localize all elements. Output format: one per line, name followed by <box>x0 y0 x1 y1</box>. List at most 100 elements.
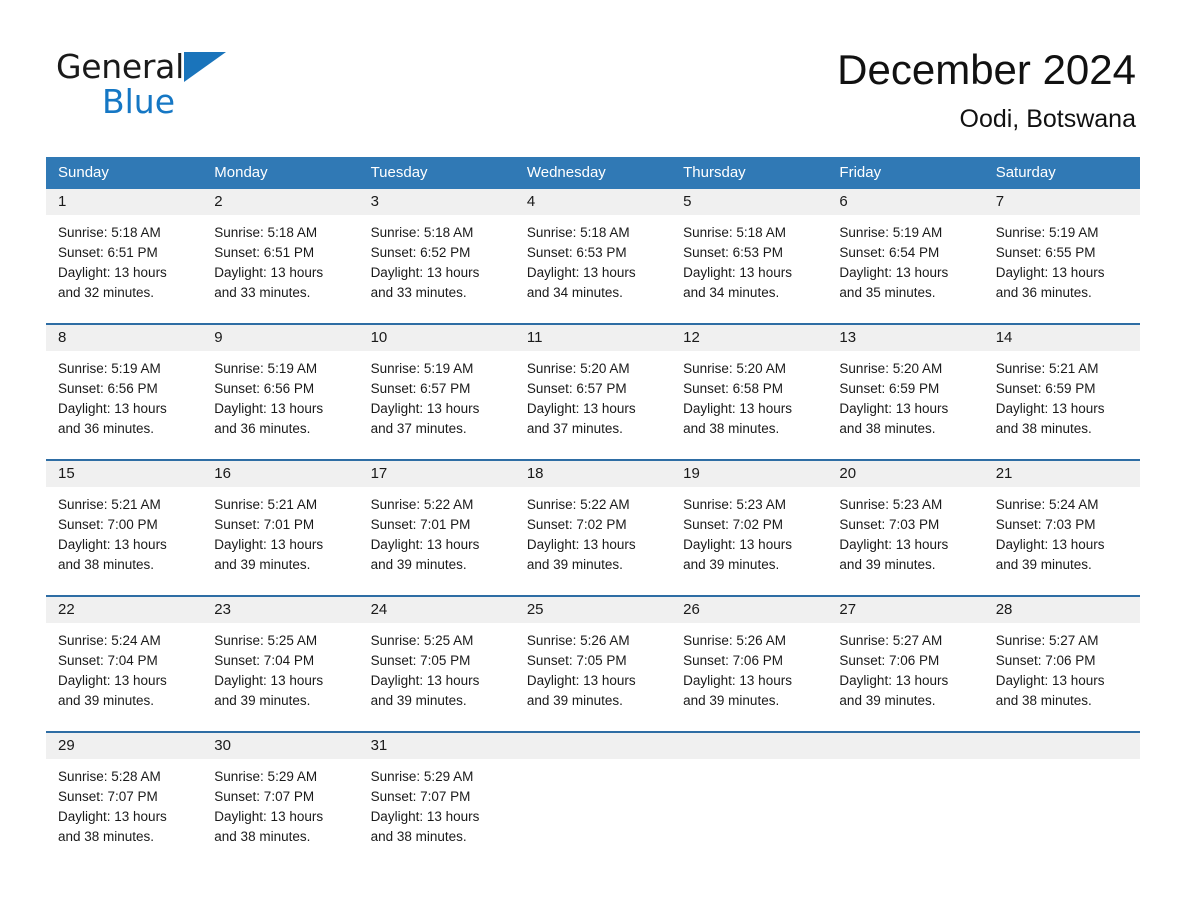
day-cell[interactable]: Sunrise: 5:25 AM Sunset: 7:04 PM Dayligh… <box>202 623 358 728</box>
day-number-empty <box>671 733 827 759</box>
day-cell[interactable]: Sunrise: 5:24 AM Sunset: 7:03 PM Dayligh… <box>984 487 1140 592</box>
day-cell[interactable]: Sunrise: 5:20 AM Sunset: 6:59 PM Dayligh… <box>827 351 983 456</box>
day-number[interactable]: 25 <box>515 597 671 623</box>
daylight-text-line2: and 38 minutes. <box>995 693 1092 708</box>
sunset-text: Sunset: 6:56 PM <box>58 381 158 396</box>
week-date-band: 15 16 17 18 19 20 21 <box>46 461 1140 487</box>
day-cell[interactable]: Sunrise: 5:28 AM Sunset: 7:07 PM Dayligh… <box>46 759 202 864</box>
day-number[interactable]: 2 <box>202 189 358 215</box>
sunrise-text: Sunrise: 5:24 AM <box>58 633 161 648</box>
week-row: 1 2 3 4 5 6 7 Sunrise: 5:18 AM Sunset: 6… <box>46 189 1140 320</box>
day-cell[interactable]: Sunrise: 5:18 AM Sunset: 6:53 PM Dayligh… <box>515 215 671 320</box>
day-number[interactable]: 4 <box>515 189 671 215</box>
day-cell[interactable]: Sunrise: 5:24 AM Sunset: 7:04 PM Dayligh… <box>46 623 202 728</box>
day-cell[interactable]: Sunrise: 5:21 AM Sunset: 7:01 PM Dayligh… <box>202 487 358 592</box>
day-cell[interactable]: Sunrise: 5:19 AM Sunset: 6:54 PM Dayligh… <box>827 215 983 320</box>
day-cell[interactable]: Sunrise: 5:25 AM Sunset: 7:05 PM Dayligh… <box>359 623 515 728</box>
daylight-text-line2: and 38 minutes. <box>370 829 467 844</box>
day-cell[interactable]: Sunrise: 5:22 AM Sunset: 7:02 PM Dayligh… <box>515 487 671 592</box>
day-number[interactable]: 29 <box>46 733 202 759</box>
day-number-empty <box>984 733 1140 759</box>
day-number[interactable]: 31 <box>359 733 515 759</box>
sunset-text: Sunset: 6:57 PM <box>370 381 471 396</box>
generalblue-logo[interactable]: General Blue <box>56 50 226 119</box>
day-number[interactable]: 17 <box>359 461 515 487</box>
day-cell[interactable]: Sunrise: 5:19 AM Sunset: 6:55 PM Dayligh… <box>984 215 1140 320</box>
day-number[interactable]: 6 <box>827 189 983 215</box>
day-number[interactable]: 27 <box>827 597 983 623</box>
day-number[interactable]: 23 <box>202 597 358 623</box>
day-cell[interactable]: Sunrise: 5:19 AM Sunset: 6:56 PM Dayligh… <box>202 351 358 456</box>
day-number[interactable]: 11 <box>515 325 671 351</box>
daylight-text-line1: Daylight: 13 hours <box>370 401 480 416</box>
day-number[interactable]: 1 <box>46 189 202 215</box>
day-cell[interactable]: Sunrise: 5:18 AM Sunset: 6:53 PM Dayligh… <box>671 215 827 320</box>
day-number[interactable]: 24 <box>359 597 515 623</box>
daylight-text-line1: Daylight: 13 hours <box>995 673 1105 688</box>
day-cell[interactable]: Sunrise: 5:19 AM Sunset: 6:56 PM Dayligh… <box>46 351 202 456</box>
day-number[interactable]: 7 <box>984 189 1140 215</box>
day-cell[interactable]: Sunrise: 5:18 AM Sunset: 6:51 PM Dayligh… <box>46 215 202 320</box>
sunrise-text: Sunrise: 5:23 AM <box>683 497 786 512</box>
daylight-text-line1: Daylight: 13 hours <box>58 265 167 280</box>
daylight-text-line2: and 39 minutes. <box>370 693 467 708</box>
day-number[interactable]: 5 <box>671 189 827 215</box>
day-number[interactable]: 30 <box>202 733 358 759</box>
daylight-text-line2: and 38 minutes. <box>839 421 936 436</box>
day-cell[interactable]: Sunrise: 5:29 AM Sunset: 7:07 PM Dayligh… <box>359 759 515 864</box>
day-cell[interactable]: Sunrise: 5:29 AM Sunset: 7:07 PM Dayligh… <box>202 759 358 864</box>
day-number[interactable]: 13 <box>827 325 983 351</box>
day-cell[interactable]: Sunrise: 5:21 AM Sunset: 7:00 PM Dayligh… <box>46 487 202 592</box>
day-cell[interactable]: Sunrise: 5:20 AM Sunset: 6:58 PM Dayligh… <box>671 351 827 456</box>
day-cell[interactable]: Sunrise: 5:21 AM Sunset: 6:59 PM Dayligh… <box>984 351 1140 456</box>
sunset-text: Sunset: 7:03 PM <box>995 517 1096 532</box>
daylight-text-line1: Daylight: 13 hours <box>839 673 949 688</box>
sunset-text: Sunset: 7:01 PM <box>214 517 315 532</box>
day-number[interactable]: 9 <box>202 325 358 351</box>
daylight-text-line1: Daylight: 13 hours <box>526 401 636 416</box>
sunset-text: Sunset: 6:51 PM <box>58 245 158 260</box>
day-number[interactable]: 14 <box>984 325 1140 351</box>
day-cell[interactable]: Sunrise: 5:26 AM Sunset: 7:06 PM Dayligh… <box>671 623 827 728</box>
day-cell[interactable]: Sunrise: 5:19 AM Sunset: 6:57 PM Dayligh… <box>359 351 515 456</box>
day-number[interactable]: 28 <box>984 597 1140 623</box>
week-info-band: Sunrise: 5:19 AM Sunset: 6:56 PM Dayligh… <box>46 351 1140 456</box>
day-cell[interactable]: Sunrise: 5:23 AM Sunset: 7:02 PM Dayligh… <box>671 487 827 592</box>
daylight-text-line2: and 38 minutes. <box>58 829 155 844</box>
sunset-text: Sunset: 7:07 PM <box>370 789 471 804</box>
day-cell[interactable]: Sunrise: 5:22 AM Sunset: 7:01 PM Dayligh… <box>359 487 515 592</box>
day-number[interactable]: 26 <box>671 597 827 623</box>
day-cell[interactable]: Sunrise: 5:18 AM Sunset: 6:51 PM Dayligh… <box>202 215 358 320</box>
day-cell[interactable]: Sunrise: 5:20 AM Sunset: 6:57 PM Dayligh… <box>515 351 671 456</box>
daylight-text-line2: and 36 minutes. <box>58 421 155 436</box>
calendar-grid: Sunday Monday Tuesday Wednesday Thursday… <box>46 157 1140 864</box>
week-date-band: 29 30 31 <box>46 733 1140 759</box>
daylight-text-line2: and 34 minutes. <box>683 285 780 300</box>
day-number[interactable]: 8 <box>46 325 202 351</box>
day-number[interactable]: 20 <box>827 461 983 487</box>
day-number[interactable]: 21 <box>984 461 1140 487</box>
daylight-text-line2: and 38 minutes. <box>683 421 780 436</box>
daylight-text-line1: Daylight: 13 hours <box>214 537 324 552</box>
sunset-text: Sunset: 6:52 PM <box>370 245 471 260</box>
day-cell[interactable]: Sunrise: 5:23 AM Sunset: 7:03 PM Dayligh… <box>827 487 983 592</box>
sunset-text: Sunset: 6:54 PM <box>839 245 940 260</box>
day-number[interactable]: 22 <box>46 597 202 623</box>
sunset-text: Sunset: 6:51 PM <box>214 245 315 260</box>
day-cell[interactable]: Sunrise: 5:26 AM Sunset: 7:05 PM Dayligh… <box>515 623 671 728</box>
day-cell[interactable]: Sunrise: 5:18 AM Sunset: 6:52 PM Dayligh… <box>359 215 515 320</box>
day-cell[interactable]: Sunrise: 5:27 AM Sunset: 7:06 PM Dayligh… <box>827 623 983 728</box>
day-number[interactable]: 12 <box>671 325 827 351</box>
sunrise-text: Sunrise: 5:19 AM <box>995 225 1099 240</box>
day-number[interactable]: 10 <box>359 325 515 351</box>
day-number[interactable]: 19 <box>671 461 827 487</box>
day-number[interactable]: 15 <box>46 461 202 487</box>
daylight-text-line1: Daylight: 13 hours <box>214 673 324 688</box>
sunrise-text: Sunrise: 5:21 AM <box>995 361 1099 376</box>
day-cell[interactable]: Sunrise: 5:27 AM Sunset: 7:06 PM Dayligh… <box>984 623 1140 728</box>
day-number[interactable]: 18 <box>515 461 671 487</box>
day-number[interactable]: 16 <box>202 461 358 487</box>
daylight-text-line2: and 35 minutes. <box>839 285 936 300</box>
day-number[interactable]: 3 <box>359 189 515 215</box>
sunset-text: Sunset: 7:02 PM <box>526 517 627 532</box>
